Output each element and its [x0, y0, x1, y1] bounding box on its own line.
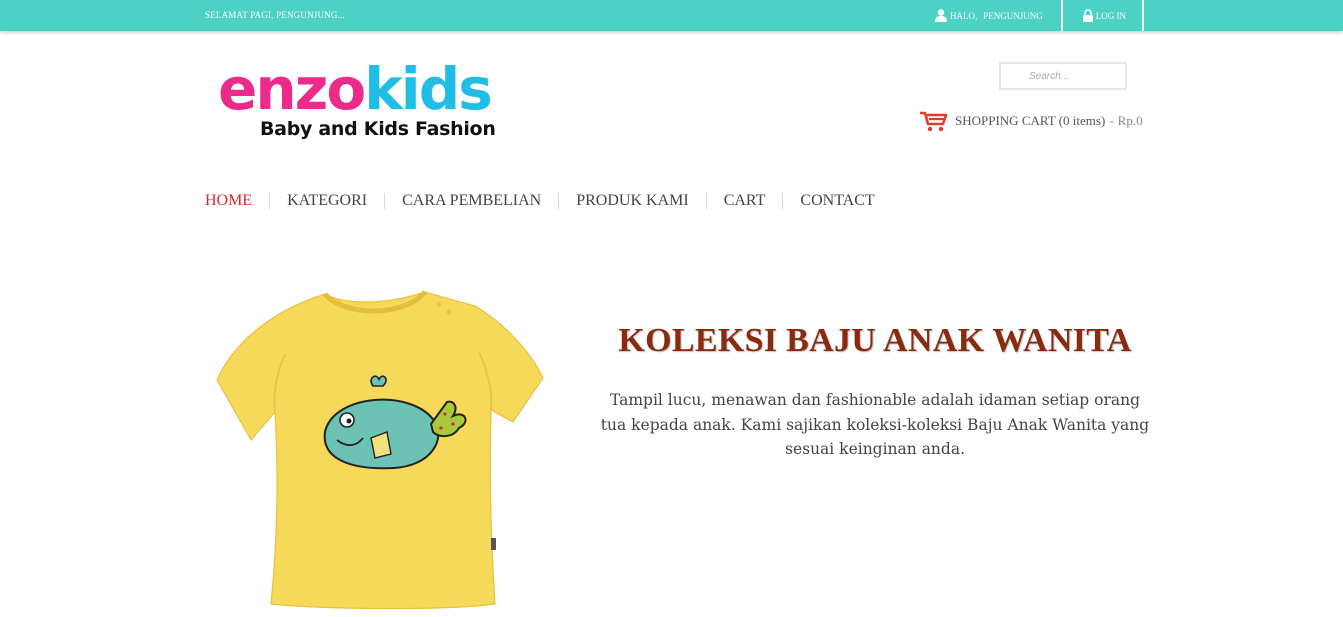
user-icon — [934, 9, 947, 22]
nav-item-kategori[interactable]: KATEGORI — [269, 193, 384, 209]
greeting-text: SELAMAT PAGI, PENGUNJUNG... — [205, 10, 345, 20]
hello-username: PENGUNJUNG — [983, 10, 1043, 21]
login-label: LOG IN — [1095, 10, 1126, 21]
lock-icon — [1082, 9, 1093, 22]
hello-label: HALO, — [949, 10, 978, 21]
logo-part-enzo: enzo — [218, 55, 366, 123]
logo-tagline: Baby and Kids Fashion — [260, 118, 496, 140]
cart-separator: - — [1109, 113, 1114, 128]
hello-user-link[interactable]: HALO, PENGUNJUNG — [917, 0, 1061, 31]
nav-item-home[interactable]: HOME — [205, 193, 269, 209]
shopping-cart-link[interactable]: SHOPPING CART (0 items) - Rp.0 — [919, 110, 1143, 132]
login-link[interactable]: LOG IN — [1063, 0, 1142, 31]
hero-product-image — [216, 290, 544, 610]
nav-item-cart[interactable]: CART — [705, 193, 783, 209]
cart-amount: Rp.0 — [1117, 113, 1143, 128]
top-divider — [1060, 0, 1063, 31]
main-nav: HOME KATEGORI CARA PEMBELIAN PRODUK KAMI… — [205, 193, 892, 209]
nav-item-produk-kami[interactable]: PRODUK KAMI — [558, 193, 705, 209]
hero-description: Tampil lucu, menawan dan fashionable ada… — [600, 391, 1150, 458]
top-divider — [1142, 0, 1144, 31]
top-account-links: HALO, PENGUNJUNG LOG IN — [917, 0, 1144, 31]
top-bar: SELAMAT PAGI, PENGUNJUNG... HALO, PENGUN… — [0, 0, 1343, 31]
nav-item-cara-pembelian[interactable]: CARA PEMBELIAN — [384, 193, 558, 209]
shopping-cart-icon — [920, 111, 948, 132]
logo-wordmark: enzokids — [218, 58, 508, 120]
cart-label: SHOPPING CART (0 items) — [955, 113, 1106, 128]
nav-item-contact[interactable]: CONTACT — [782, 193, 891, 209]
hero-title: KOLEKSI BAJU ANAK WANITA — [618, 322, 1132, 359]
logo-part-kids: kids — [364, 55, 492, 123]
site-logo[interactable]: enzokids Baby and Kids Fashion — [218, 58, 508, 158]
search-input[interactable] — [999, 62, 1127, 90]
